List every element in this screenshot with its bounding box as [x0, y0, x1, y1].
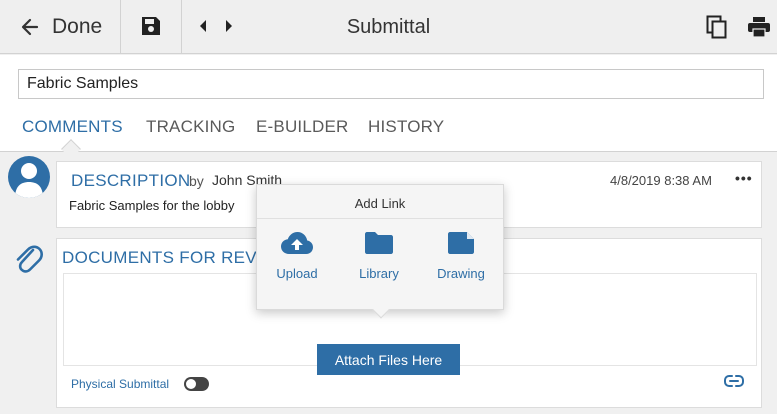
tab-comments[interactable]: COMMENTS: [22, 117, 123, 137]
copy-icon[interactable]: [706, 15, 728, 39]
popup-title: Add Link: [257, 185, 503, 219]
print-icon[interactable]: [748, 16, 770, 38]
add-link-popup: Add Link Upload Library Drawing: [256, 184, 504, 319]
save-button[interactable]: [121, 0, 182, 54]
form-header: COMMENTS TRACKING E-BUILDER HISTORY: [0, 55, 777, 152]
upload-option[interactable]: Upload: [257, 231, 337, 281]
submittal-name-input[interactable]: [18, 69, 764, 99]
physical-submittal-toggle[interactable]: [184, 377, 209, 391]
library-option[interactable]: Library: [339, 231, 419, 281]
cloud-upload-icon: [281, 232, 313, 254]
description-by: by: [189, 173, 204, 189]
tab-e-builder[interactable]: E-BUILDER: [256, 117, 349, 137]
drawing-option[interactable]: Drawing: [421, 231, 501, 281]
more-options-icon[interactable]: •••: [735, 170, 753, 186]
previous-icon[interactable]: [198, 19, 208, 33]
next-icon[interactable]: [224, 19, 234, 33]
done-button[interactable]: Done: [0, 0, 121, 54]
tab-tracking[interactable]: TRACKING: [146, 117, 235, 137]
save-icon: [142, 17, 160, 35]
drawing-icon: [448, 232, 474, 254]
description-text: Fabric Samples for the lobby: [69, 198, 235, 213]
attach-files-button[interactable]: Attach Files Here: [317, 344, 460, 375]
back-arrow-icon: [21, 18, 39, 36]
description-title: DESCRIPTION: [71, 171, 191, 190]
avatar: [8, 156, 50, 198]
physical-submittal-label: Physical Submittal: [71, 377, 170, 391]
drawing-label: Drawing: [437, 266, 485, 281]
toolbar: Done Submittal: [0, 0, 777, 54]
folder-icon: [365, 232, 393, 254]
library-label: Library: [359, 266, 399, 281]
user-icon: [15, 163, 43, 198]
toggle-knob: [186, 379, 196, 389]
tab-history[interactable]: HISTORY: [368, 117, 444, 137]
link-icon[interactable]: [724, 375, 744, 387]
description-date: 4/8/2019 8:38 AM: [610, 173, 712, 188]
paperclip-icon: [16, 245, 43, 273]
done-label: Done: [52, 15, 103, 38]
upload-label: Upload: [276, 266, 318, 281]
